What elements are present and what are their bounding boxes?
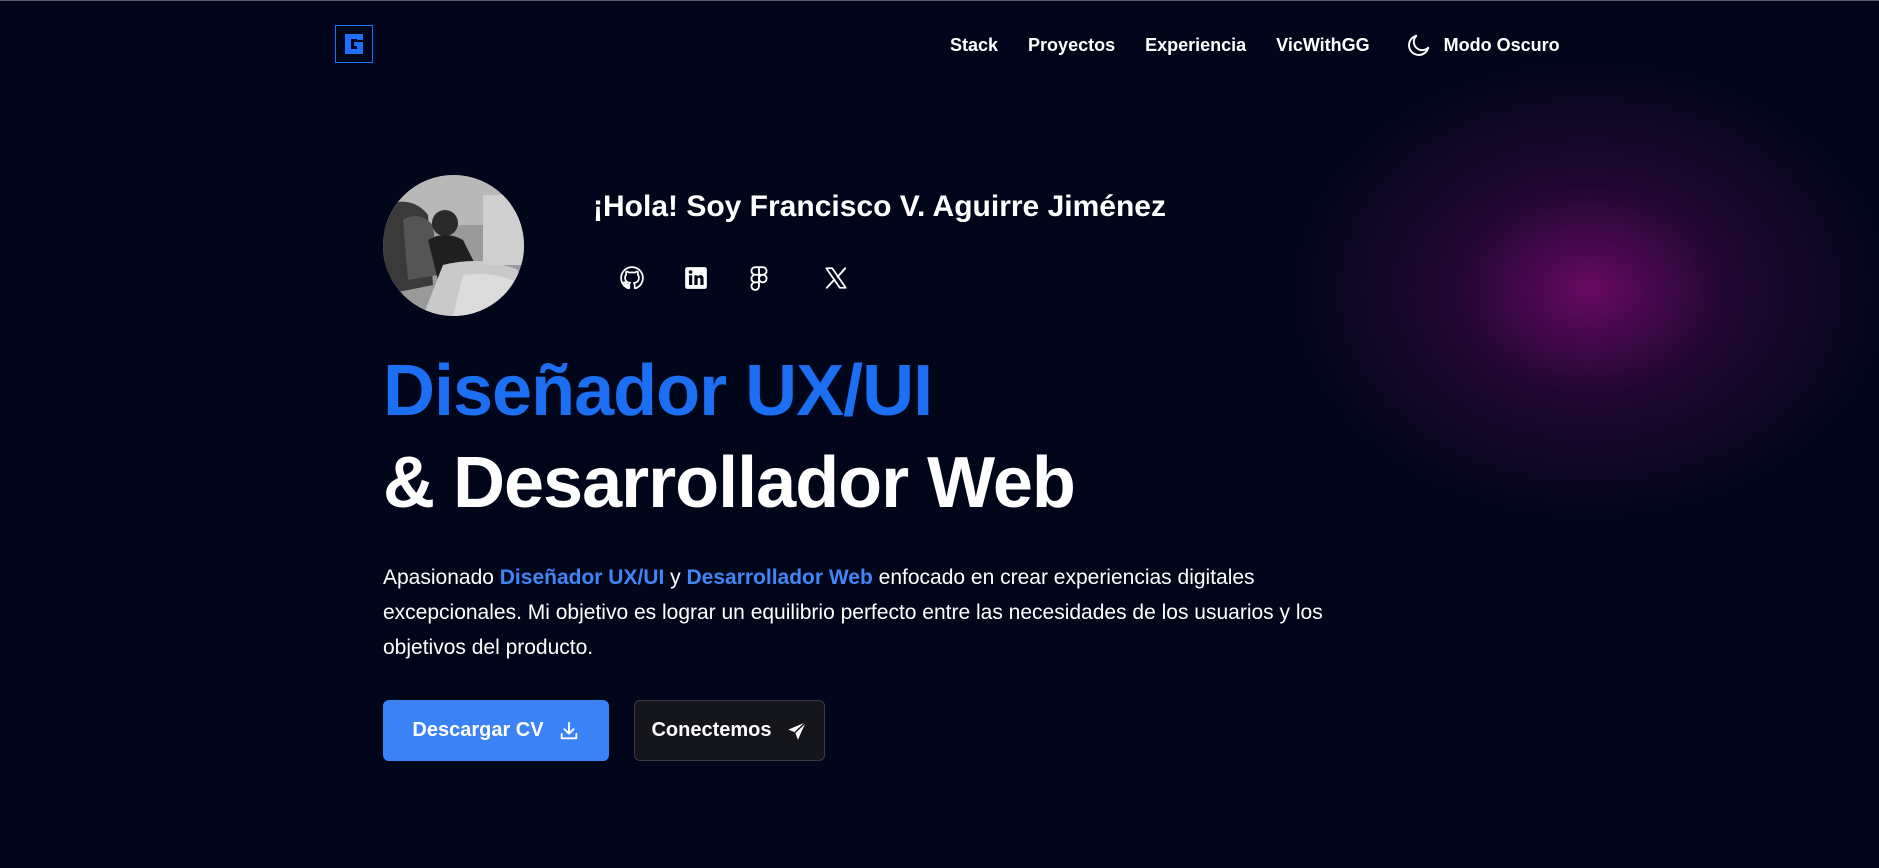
theme-toggle[interactable]: Modo Oscuro xyxy=(1406,32,1560,58)
nav-link-stack[interactable]: Stack xyxy=(950,35,998,56)
description-text-2: y xyxy=(664,566,687,589)
description-highlight-ux: Diseñador UX/UI xyxy=(499,566,665,589)
download-icon xyxy=(560,721,577,739)
nav-link-experiencia[interactable]: Experiencia xyxy=(1145,35,1246,56)
theme-toggle-label: Modo Oscuro xyxy=(1443,34,1560,55)
download-cv-button[interactable]: Descargar CV xyxy=(383,700,609,761)
send-icon xyxy=(787,721,806,740)
moon-icon xyxy=(1407,34,1429,56)
connect-button[interactable]: Conectemos xyxy=(634,700,825,761)
top-navigation: Stack Proyectos Experiencia VicWithGG Mo… xyxy=(0,0,1879,88)
figma-link[interactable] xyxy=(744,263,774,293)
download-cv-label: Descargar CV xyxy=(412,719,544,741)
nav-link-vicwithgg[interactable]: VicWithGG xyxy=(1276,35,1370,56)
x-link[interactable] xyxy=(821,263,851,293)
x-icon xyxy=(825,267,847,289)
profile-photo xyxy=(383,175,524,316)
github-icon xyxy=(620,266,644,290)
hero-description: Apasionado Diseñador UX/UI y Desarrollad… xyxy=(383,560,1343,665)
greeting: ¡Hola! Soy Francisco V. Aguirre Jiménez xyxy=(593,190,1166,223)
background-glow xyxy=(1290,60,1879,520)
linkedin-icon xyxy=(685,267,707,289)
connect-label: Conectemos xyxy=(651,719,772,741)
headline-role-2: & Desarrollador Web xyxy=(383,443,1076,523)
nav-link-proyectos[interactable]: Proyectos xyxy=(1028,35,1115,56)
avatar xyxy=(383,175,524,316)
linkedin-link[interactable] xyxy=(681,263,711,293)
description-highlight-web: Desarrollador Web xyxy=(686,566,873,589)
nav-links: Stack Proyectos Experiencia VicWithGG Mo… xyxy=(950,32,1560,58)
figma-icon xyxy=(750,266,768,291)
logo-mark-icon xyxy=(345,34,363,54)
description-text-1: Apasionado xyxy=(383,566,500,589)
headline-role-1: Diseñador UX/UI xyxy=(383,351,933,431)
logo[interactable] xyxy=(335,25,373,63)
github-link[interactable] xyxy=(617,263,647,293)
